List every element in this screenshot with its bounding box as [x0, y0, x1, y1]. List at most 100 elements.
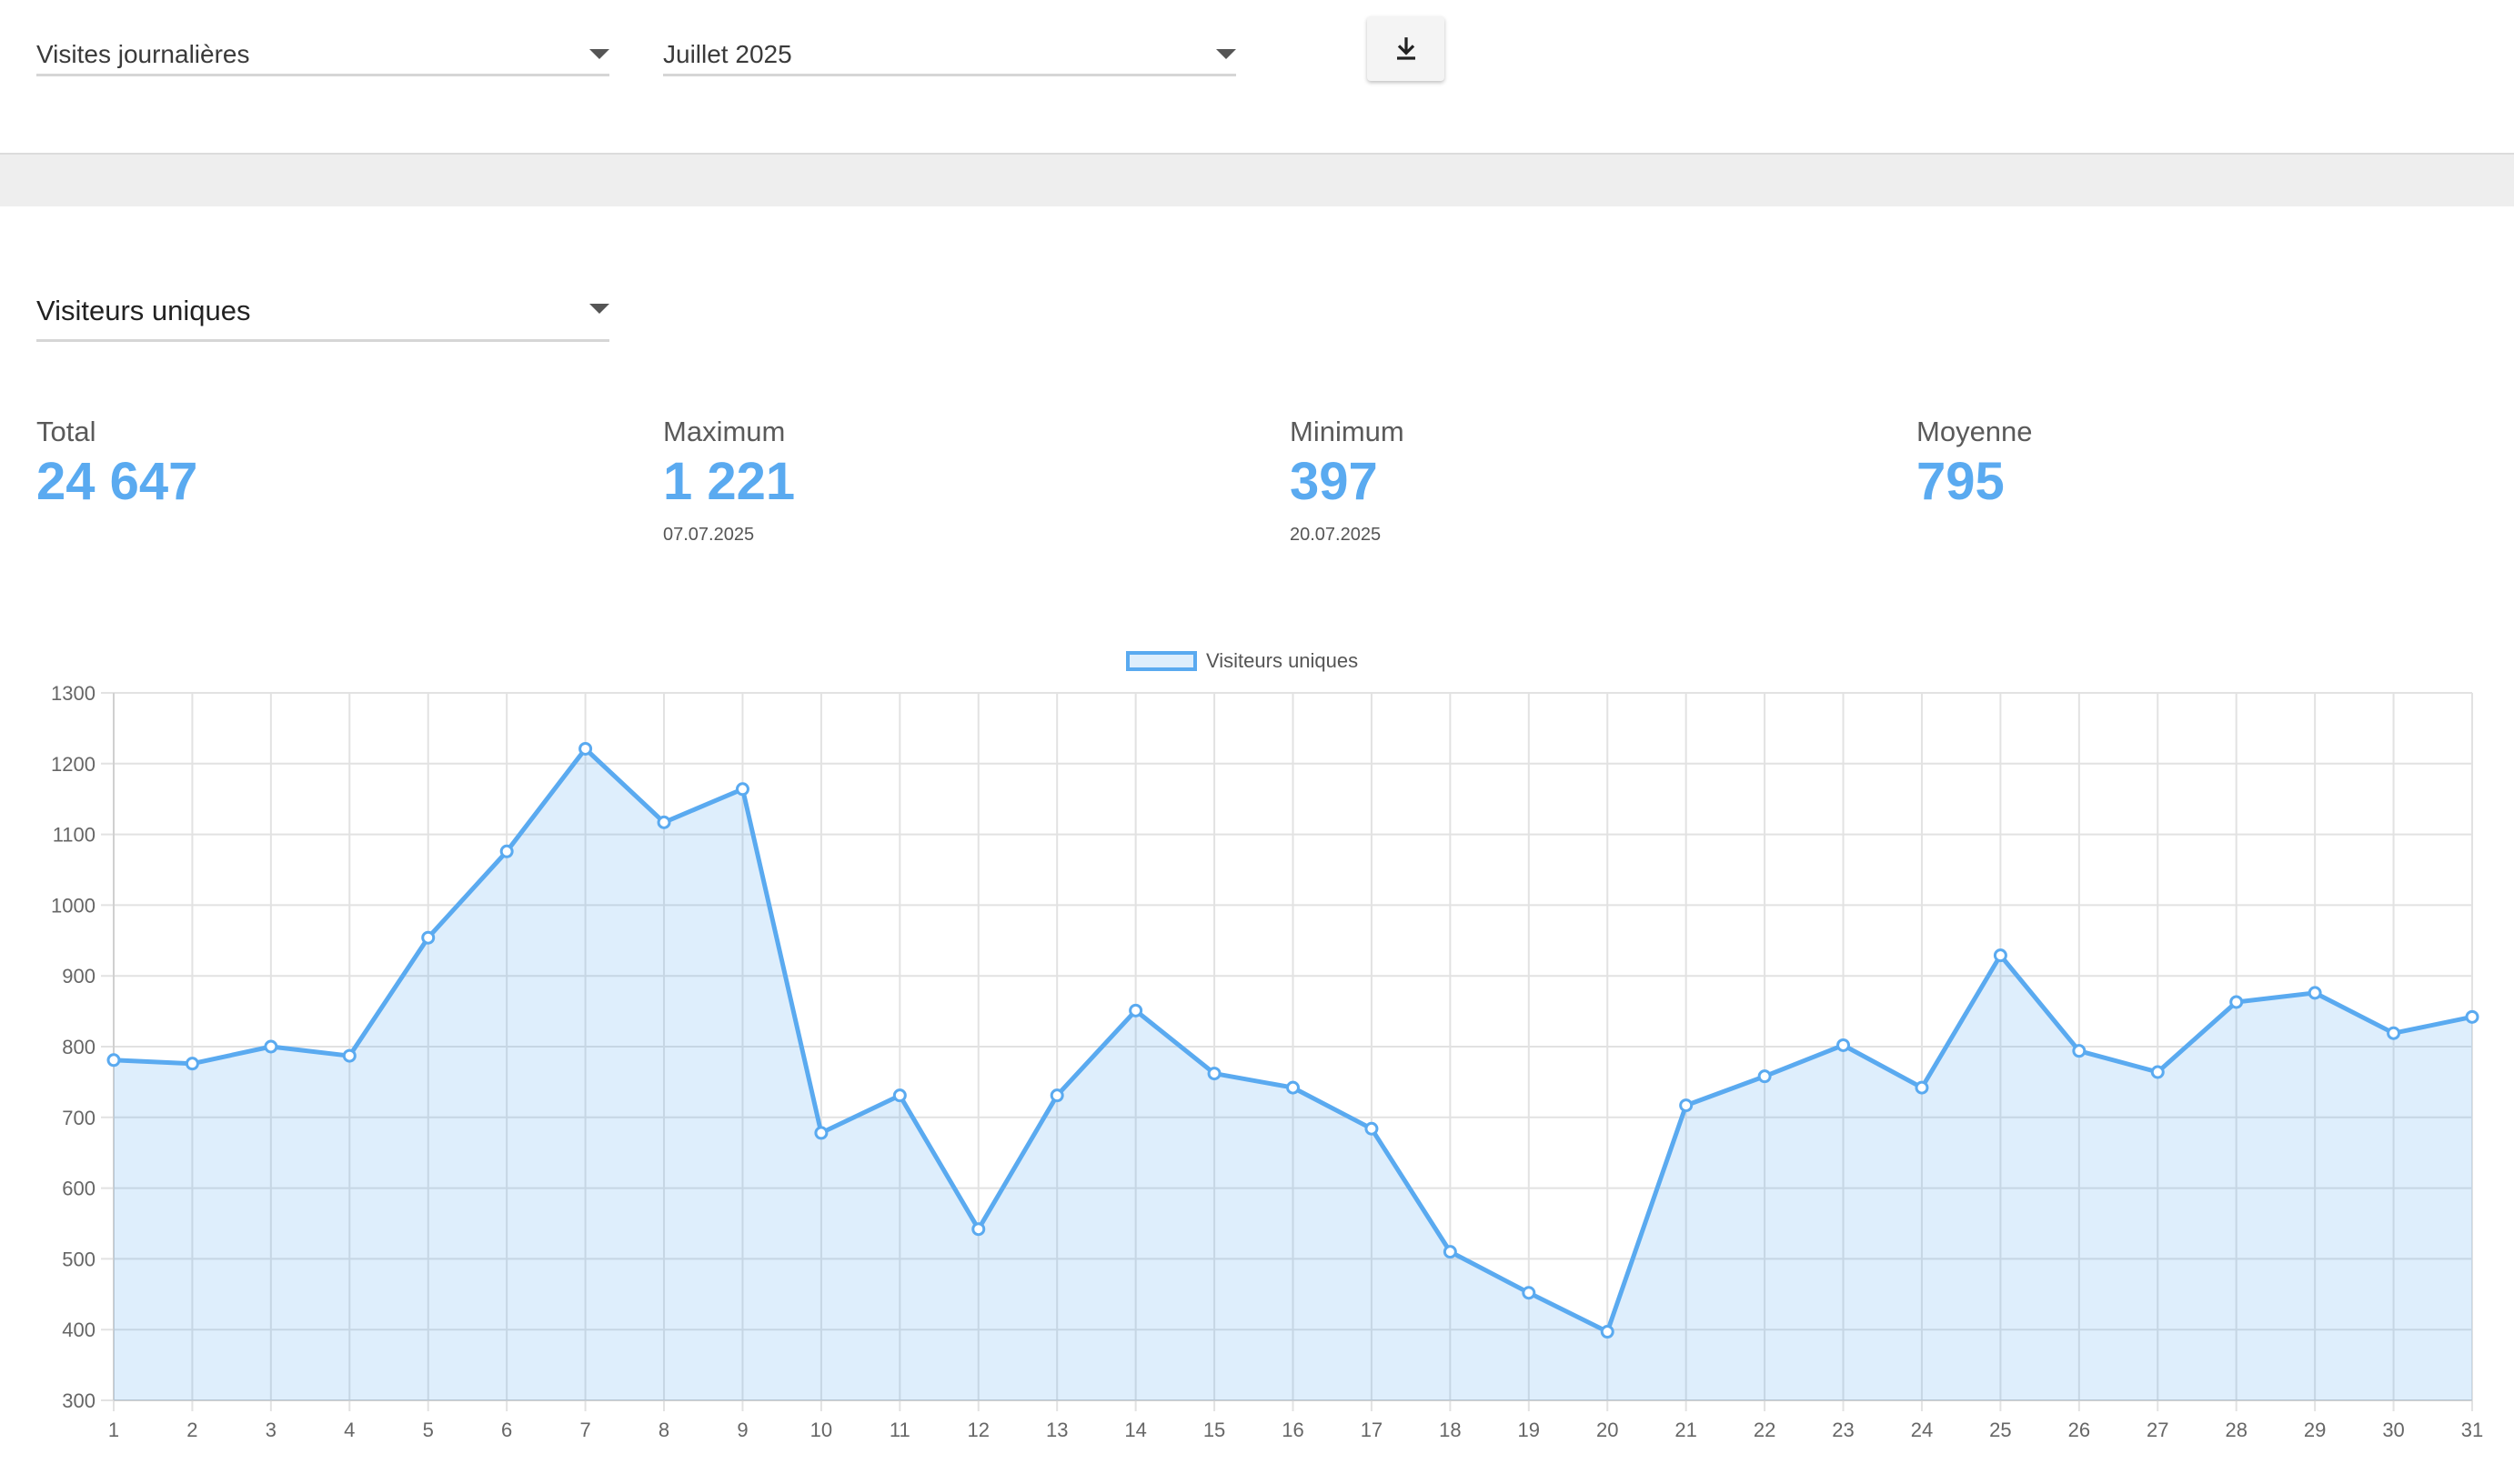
caret-down-icon	[1216, 49, 1236, 59]
x-tick-label: 19	[1518, 1419, 1540, 1441]
x-tick-label: 5	[423, 1419, 434, 1441]
data-point	[892, 1088, 907, 1103]
y-tick-label: 1000	[51, 894, 96, 917]
data-point	[1522, 1286, 1536, 1300]
data-point	[2150, 1065, 2165, 1079]
data-point	[657, 815, 671, 829]
data-point	[1836, 1038, 1851, 1052]
x-tick-label: 4	[344, 1419, 355, 1441]
y-tick-label: 1200	[51, 753, 96, 776]
stat-average-value: 795	[1916, 452, 2005, 511]
toolbar: Visites journalières Juillet 2025	[0, 0, 2514, 153]
data-point	[814, 1126, 829, 1140]
stat-minimum-label: Minimum	[1290, 416, 1404, 447]
data-point	[106, 1053, 121, 1068]
x-tick-label: 14	[1124, 1419, 1146, 1441]
caret-down-icon	[589, 304, 609, 314]
data-point	[264, 1039, 278, 1054]
x-tick-label: 6	[501, 1419, 512, 1441]
stat-minimum-date: 20.07.2025	[1290, 525, 1382, 545]
stat-maximum-label: Maximum	[663, 416, 786, 447]
x-tick-label: 3	[266, 1419, 277, 1441]
stat-maximum-date: 07.07.2025	[663, 525, 755, 545]
x-tick-label: 17	[1361, 1419, 1383, 1441]
line-chart: 30040050060070080090010001100120013001 2 3…	[51, 682, 2483, 1441]
month-select[interactable]: Juillet 2025	[663, 13, 1236, 76]
metric-select[interactable]: Visiteurs uniques	[36, 276, 609, 342]
download-button[interactable]	[1367, 16, 1444, 81]
x-tick-label: 29	[2304, 1419, 2326, 1441]
x-tick-label: 30	[2382, 1419, 2404, 1441]
stat-average-label: Moyenne	[1916, 416, 2033, 447]
x-tick-label: 21	[1674, 1419, 1696, 1441]
x-tick-label: 13	[1046, 1419, 1068, 1441]
data-point	[735, 782, 749, 797]
data-point	[971, 1222, 986, 1237]
x-tick-label: 25	[1989, 1419, 2011, 1441]
data-point	[1993, 948, 2007, 963]
data-point	[2229, 995, 2244, 1009]
data-point	[499, 844, 514, 858]
x-tick-label: 22	[1754, 1419, 1775, 1441]
report-type-value: Visites journalières	[36, 40, 250, 68]
y-tick-label: 1100	[53, 824, 96, 847]
data-point	[1286, 1080, 1300, 1095]
data-point	[1443, 1245, 1457, 1259]
month-value: Juillet 2025	[663, 40, 792, 68]
data-point	[1050, 1088, 1064, 1103]
stat-maximum-value: 1 221	[663, 452, 796, 511]
x-tick-label: 16	[1282, 1419, 1303, 1441]
y-tick-label: 400	[62, 1319, 96, 1341]
data-point	[342, 1048, 357, 1063]
data-point	[1757, 1069, 1772, 1084]
y-tick-label: 900	[62, 965, 96, 988]
metric-value: Visiteurs uniques	[36, 295, 251, 326]
x-tick-label: 1	[108, 1419, 119, 1441]
data-point	[1679, 1098, 1694, 1113]
data-point	[1129, 1003, 1143, 1018]
y-tick-label: 500	[62, 1248, 96, 1270]
data-point	[421, 930, 436, 945]
y-tick-label: 800	[62, 1036, 96, 1058]
x-tick-label: 24	[1911, 1419, 1933, 1441]
x-tick-label: 31	[2461, 1419, 2483, 1441]
data-point	[1600, 1325, 1614, 1339]
x-tick-label: 27	[2147, 1419, 2168, 1441]
x-tick-label: 7	[579, 1419, 590, 1441]
x-tick-label: 18	[1439, 1419, 1461, 1441]
stat-total-label: Total	[36, 416, 96, 447]
y-tick-label: 600	[62, 1178, 96, 1200]
x-tick-label: 20	[1596, 1419, 1618, 1441]
y-tick-label: 700	[62, 1107, 96, 1129]
x-tick-label: 9	[737, 1419, 748, 1441]
data-point	[185, 1057, 199, 1071]
data-point	[2308, 986, 2322, 1000]
data-point	[1207, 1067, 1222, 1081]
data-point	[2072, 1044, 2087, 1058]
stat-total: Total 24 647	[36, 414, 197, 514]
x-tick-label: 10	[810, 1419, 832, 1441]
data-point	[1915, 1080, 1929, 1095]
x-tick-label: 11	[890, 1419, 910, 1441]
stat-minimum-value: 397	[1290, 452, 1378, 511]
y-tick-label: 300	[62, 1389, 96, 1412]
stat-maximum: Maximum 1 221 07.07.2025	[663, 414, 795, 546]
x-tick-label: 26	[2068, 1419, 2090, 1441]
x-tick-label: 15	[1203, 1419, 1225, 1441]
x-tick-label: 28	[2225, 1419, 2247, 1441]
y-tick-label: 1300	[51, 682, 96, 705]
caret-down-icon	[589, 49, 609, 59]
data-point	[1364, 1121, 1379, 1136]
report-type-select[interactable]: Visites journalières	[36, 13, 609, 76]
download-icon	[1396, 36, 1415, 60]
x-tick-label: 12	[968, 1419, 990, 1441]
stat-average: Moyenne 795	[1916, 414, 2033, 514]
x-tick-label: 2	[186, 1419, 197, 1441]
stat-minimum: Minimum 397 20.07.2025	[1290, 414, 1404, 546]
data-point	[2387, 1026, 2401, 1040]
data-point	[2465, 1009, 2479, 1024]
stat-total-value: 24 647	[36, 452, 198, 511]
x-tick-label: 23	[1832, 1419, 1854, 1441]
section-divider	[0, 153, 2514, 206]
data-point	[578, 741, 593, 756]
